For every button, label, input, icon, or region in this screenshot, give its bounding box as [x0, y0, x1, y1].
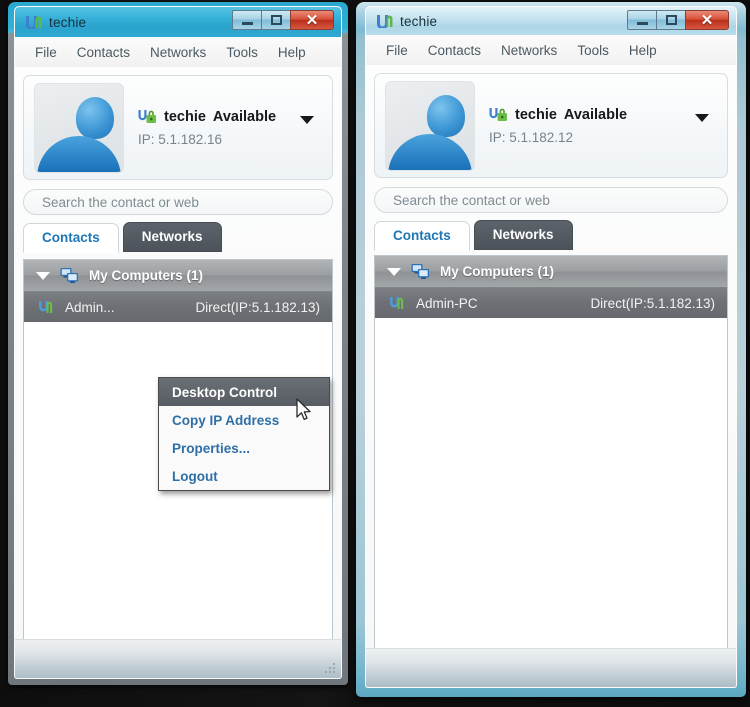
contact-list-right: My Computers (1) Admin-PC Direct(IP:5.1.… [374, 255, 728, 679]
computers-group-icon [411, 263, 430, 280]
app-logo-icon [376, 14, 393, 30]
context-menu-item-logout[interactable]: Logout [159, 462, 329, 490]
minimize-button[interactable] [627, 10, 656, 30]
profile-ip-right: IP: 5.1.182.12 [489, 129, 574, 145]
menu-item-networks[interactable]: Networks [491, 39, 567, 62]
contact-name: Admin... [65, 299, 115, 315]
avatar [385, 80, 475, 171]
menu-item-networks[interactable]: Networks [140, 41, 216, 64]
profile-ip-left: IP: 5.1.182.16 [138, 131, 223, 147]
table-row[interactable]: Admin... Direct(IP:5.1.182.13) [24, 292, 332, 322]
profile-name-right: techie [515, 106, 557, 123]
contact-row-left: Admin-PC [389, 296, 478, 311]
search-input[interactable] [391, 191, 711, 209]
menu-item-contacts[interactable]: Contacts [418, 39, 491, 62]
tab-contacts[interactable]: Contacts [374, 221, 470, 251]
profile-card-left[interactable]: techie Available IP: 5.1.182.16 [23, 75, 333, 180]
profile-status-left: Available [212, 108, 277, 125]
window-right[interactable]: techie ✕ File Contacts Networks Tools He… [356, 2, 746, 697]
minimize-button[interactable] [232, 10, 261, 30]
group-label: My Computers (1) [440, 264, 555, 279]
tab-contacts[interactable]: Contacts [23, 223, 119, 253]
context-menu-item-desktop-control[interactable]: Desktop Control [159, 378, 329, 406]
tab-networks[interactable]: Networks [122, 222, 222, 252]
app-logo-icon [25, 15, 42, 31]
menu-item-help[interactable]: Help [268, 41, 316, 64]
avatar-head [426, 94, 465, 137]
chevron-down-icon[interactable] [36, 271, 50, 280]
window-right-frame: techie ✕ File Contacts Networks Tools He… [365, 6, 737, 688]
search-input[interactable] [40, 193, 316, 211]
menu-item-file[interactable]: File [376, 39, 418, 62]
tab-networks[interactable]: Networks [473, 220, 573, 250]
profile-text-left: techie Available IP: 5.1.182.16 [138, 109, 276, 147]
contact-connection: Direct(IP:5.1.182.13) [195, 299, 320, 315]
title-bar-left[interactable]: techie ✕ [15, 7, 341, 37]
chevron-down-icon[interactable] [387, 267, 401, 276]
contact-name: Admin-PC [416, 295, 478, 311]
title-bar-left-identity: techie [25, 7, 86, 37]
minimize-icon [636, 22, 648, 25]
menu-item-tools[interactable]: Tools [567, 39, 619, 62]
search-box-left[interactable] [23, 189, 333, 215]
profile-card-right[interactable]: techie Available IP: 5.1.182.12 [374, 73, 728, 178]
maximize-icon [665, 15, 677, 25]
client-area-left: File Contacts Networks Tools Help techie… [15, 37, 341, 678]
avatar-head [75, 96, 114, 139]
avatar [34, 82, 124, 173]
tab-bar-left: Contacts Networks [23, 222, 333, 253]
window-controls-right: ✕ [627, 10, 729, 30]
profile-name-left: techie [164, 108, 206, 125]
profile-name-row-right: techie Available [489, 107, 627, 123]
window-left-frame: techie ✕ File Contacts Networks Tools He… [14, 6, 342, 679]
menu-item-contacts[interactable]: Contacts [67, 41, 140, 64]
title-bar-right-identity: techie [376, 7, 437, 35]
contact-status-icon [38, 300, 55, 314]
status-lock-icon [138, 109, 157, 124]
resize-grip-icon[interactable] [323, 661, 337, 675]
table-row[interactable]: Admin-PC Direct(IP:5.1.182.13) [375, 288, 727, 318]
group-label: My Computers (1) [89, 268, 204, 283]
contact-connection: Direct(IP:5.1.182.13) [590, 295, 715, 311]
tab-bar-right: Contacts Networks [374, 220, 728, 251]
profile-name-row-left: techie Available [138, 109, 276, 125]
menu-item-file[interactable]: File [25, 41, 67, 64]
status-bar-right [366, 648, 736, 687]
window-title-left: techie [49, 14, 87, 30]
title-bar-right[interactable]: techie ✕ [366, 7, 736, 35]
client-area-right: File Contacts Networks Tools Help techie… [366, 35, 736, 687]
computers-group-icon [60, 267, 79, 284]
menu-bar-left: File Contacts Networks Tools Help [15, 37, 341, 68]
window-controls-left: ✕ [232, 10, 334, 30]
maximize-button[interactable] [261, 10, 290, 30]
context-menu-item-copy-ip-address[interactable]: Copy IP Address [159, 406, 329, 434]
avatar-body [37, 135, 121, 172]
context-menu: Desktop Control Copy IP Address Properti… [158, 377, 330, 491]
avatar-body [388, 133, 472, 170]
window-left[interactable]: techie ✕ File Contacts Networks Tools He… [8, 2, 348, 685]
close-button[interactable]: ✕ [290, 10, 334, 30]
maximize-button[interactable] [656, 10, 685, 30]
contact-status-icon [389, 296, 406, 310]
close-icon: ✕ [305, 11, 319, 29]
profile-text-right: techie Available IP: 5.1.182.12 [489, 107, 627, 145]
close-button[interactable]: ✕ [685, 10, 729, 30]
profile-dropdown-arrow-icon[interactable] [300, 116, 314, 124]
maximize-icon [270, 15, 282, 25]
status-bar-left [15, 639, 341, 678]
profile-status-right: Available [563, 106, 628, 123]
search-box-right[interactable] [374, 187, 728, 213]
menu-item-tools[interactable]: Tools [216, 41, 268, 64]
status-lock-icon [489, 107, 508, 122]
menu-item-help[interactable]: Help [619, 39, 667, 62]
group-header-my-computers[interactable]: My Computers (1) [24, 260, 332, 292]
window-title-right: techie [400, 13, 438, 29]
close-icon: ✕ [700, 11, 714, 29]
contact-row-left: Admin... [38, 300, 115, 315]
group-header-my-computers[interactable]: My Computers (1) [375, 256, 727, 288]
context-menu-item-properties[interactable]: Properties... [159, 434, 329, 462]
profile-dropdown-arrow-icon[interactable] [695, 114, 709, 122]
menu-bar-right: File Contacts Networks Tools Help [366, 35, 736, 66]
minimize-icon [241, 22, 253, 25]
